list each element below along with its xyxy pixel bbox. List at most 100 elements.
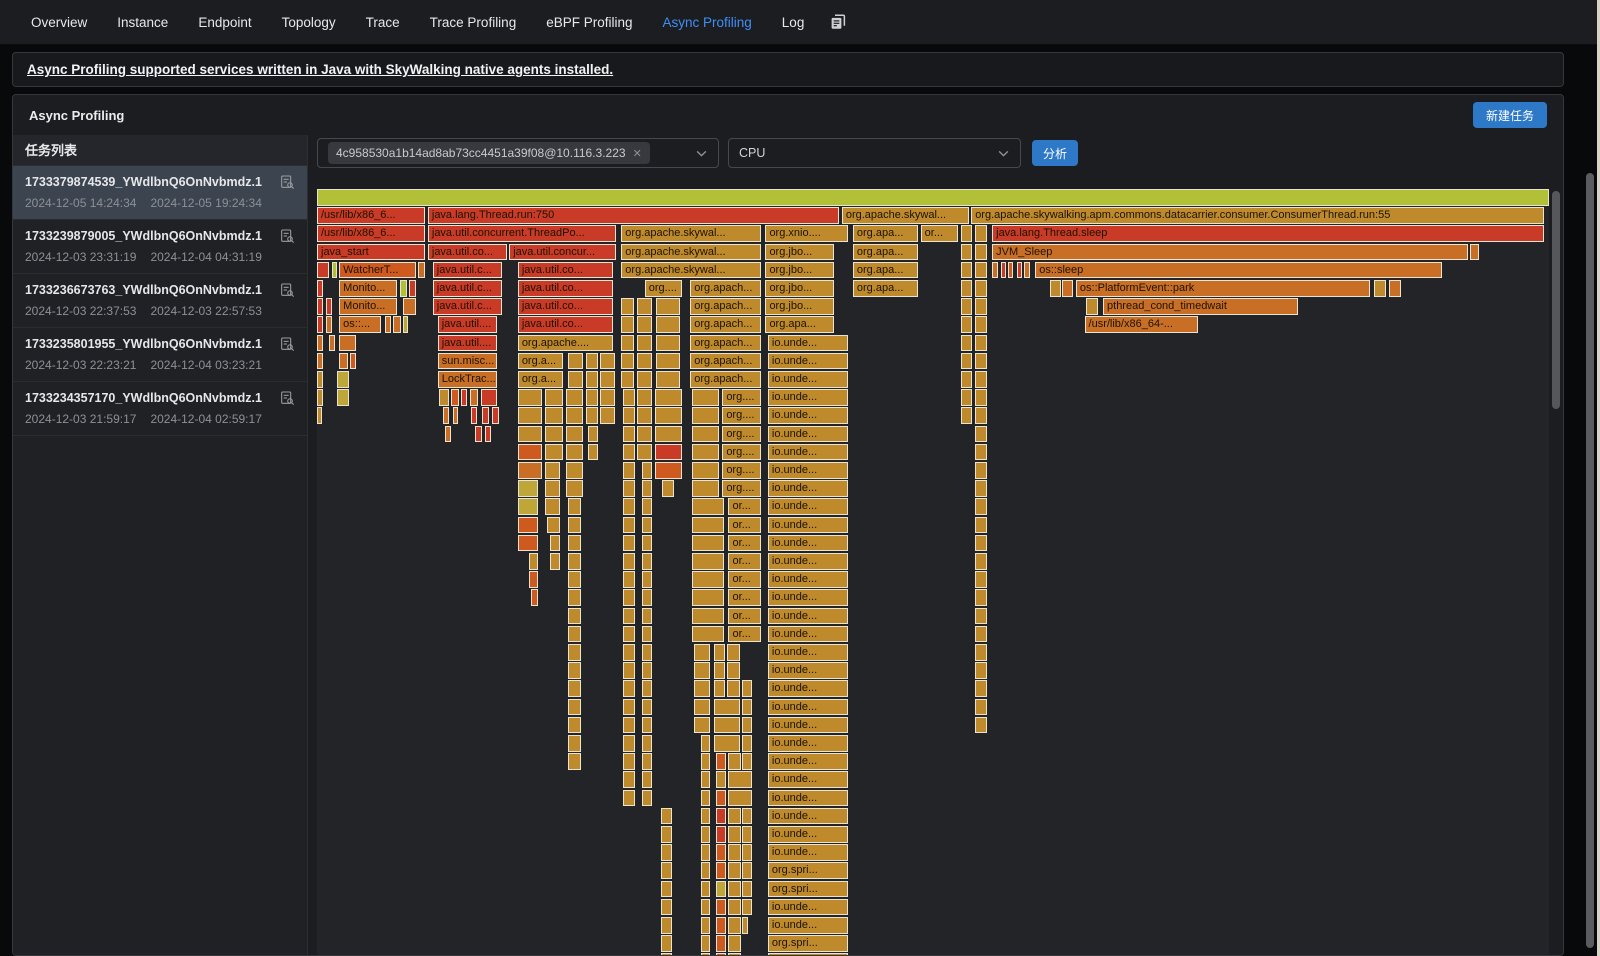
flame-frame[interactable] (623, 608, 635, 625)
flame-frame[interactable] (566, 444, 583, 461)
flame-frame[interactable] (661, 826, 672, 843)
flame-frame[interactable] (655, 462, 682, 479)
flame-frame[interactable] (586, 371, 598, 388)
flame-frame[interactable]: io.unde... (768, 826, 848, 843)
flame-frame[interactable] (568, 553, 580, 570)
flame-frame[interactable]: io.unde... (768, 535, 848, 552)
flame-frame[interactable] (621, 335, 633, 352)
flame-frame[interactable] (961, 298, 972, 315)
flame-frame[interactable] (961, 407, 972, 424)
flame-frame[interactable]: io.unde... (768, 608, 848, 625)
instance-select[interactable]: 4c958530a1b14ad8ab73cc4451a39f08@10.116.… (317, 138, 719, 168)
flame-frame[interactable]: org.jbo... (765, 262, 834, 279)
flame-frame[interactable]: org.... (722, 480, 760, 497)
flame-frame[interactable] (623, 589, 635, 606)
flame-frame[interactable] (961, 225, 972, 242)
flame-frame[interactable] (1001, 262, 1006, 279)
flame-frame[interactable] (975, 717, 987, 734)
flame-frame[interactable] (623, 571, 635, 588)
flame-frame[interactable] (568, 644, 580, 661)
menu-docs-icon[interactable] (829, 13, 847, 31)
flame-frame[interactable] (661, 844, 672, 861)
flame-frame[interactable]: java.util.concurrent.ThreadPo... (428, 225, 616, 242)
flame-frame[interactable] (568, 498, 580, 515)
flame-frame[interactable] (492, 407, 499, 424)
flame-frame[interactable] (518, 407, 543, 424)
flame-frame[interactable] (661, 881, 672, 898)
flame-frame[interactable] (692, 517, 724, 534)
flame-frame[interactable] (623, 771, 635, 788)
flame-frame[interactable] (568, 680, 580, 697)
analyze-button[interactable]: 分析 (1032, 140, 1078, 166)
flame-frame[interactable] (728, 935, 740, 952)
flame-frame[interactable] (716, 917, 726, 934)
flame-frame[interactable]: io.unde... (768, 899, 848, 916)
flame-frame[interactable] (470, 389, 479, 406)
flame-frame[interactable] (317, 316, 323, 333)
flame-frame[interactable] (547, 517, 559, 534)
flame-frame[interactable] (482, 407, 489, 424)
flame-frame[interactable] (694, 717, 710, 734)
flame-frame[interactable] (642, 535, 652, 552)
flame-frame[interactable] (742, 699, 752, 716)
flame-frame[interactable] (642, 680, 652, 697)
flame-frame[interactable] (623, 753, 635, 770)
flame-frame[interactable] (692, 571, 724, 588)
flame-frame[interactable] (637, 298, 652, 315)
flame-frame[interactable] (623, 790, 635, 807)
flame-frame[interactable] (975, 589, 987, 606)
flame-frame[interactable] (518, 517, 538, 534)
flame-frame[interactable] (716, 790, 726, 807)
flame-frame[interactable] (566, 407, 583, 424)
flame-frame[interactable]: org.apache.skywal... (621, 244, 760, 261)
flame-frame[interactable] (317, 353, 323, 370)
flame-frame[interactable]: org.spri... (768, 935, 848, 952)
flame-frame[interactable] (716, 862, 726, 879)
flame-frame[interactable] (714, 735, 740, 752)
flame-frame[interactable]: java_start (317, 244, 425, 261)
flame-frame[interactable] (716, 935, 726, 952)
flame-frame[interactable]: java.util.c... (433, 280, 502, 297)
flame-frame[interactable] (716, 771, 726, 788)
flame-frame[interactable] (623, 626, 635, 643)
flame-frame[interactable] (656, 353, 681, 370)
flame-frame[interactable] (518, 444, 543, 461)
flame-frame[interactable] (518, 535, 538, 552)
flame-frame[interactable] (317, 280, 323, 297)
flame-frame[interactable] (317, 335, 323, 352)
flame-frame[interactable]: java.util.c... (433, 298, 502, 315)
flame-frame[interactable] (975, 571, 987, 588)
flame-frame[interactable] (642, 662, 652, 679)
flame-frame[interactable]: org.apache.skywal... (621, 225, 760, 242)
flame-frame[interactable] (600, 407, 615, 424)
tab-overview[interactable]: Overview (16, 0, 102, 45)
flame-frame[interactable]: org.jbo... (765, 244, 834, 261)
flame-frame[interactable] (728, 753, 740, 770)
flame-frame[interactable] (621, 298, 633, 315)
flame-frame[interactable]: org.apache.skywalking.apm.commons.dataca… (971, 207, 1544, 224)
flame-frame[interactable]: org.apa... (765, 316, 834, 333)
flame-frame[interactable] (642, 608, 652, 625)
flame-frame[interactable] (623, 553, 635, 570)
flame-frame[interactable] (531, 589, 537, 606)
flame-frame[interactable] (623, 680, 635, 697)
flame-frame[interactable] (642, 735, 652, 752)
task-list-item[interactable]: 1733235801955_YWdlbnQ6OnNvbmdz.12024-12-… (13, 328, 307, 382)
flame-frame[interactable] (623, 480, 635, 497)
flame-frame[interactable] (403, 298, 415, 315)
flame-frame[interactable] (518, 389, 543, 406)
flame-frame[interactable] (623, 535, 635, 552)
flame-frame[interactable] (350, 353, 356, 370)
flame-frame[interactable] (961, 280, 972, 297)
flame-frame[interactable] (400, 280, 407, 297)
task-list-item[interactable]: 1733239879005_YWdlbnQ6OnNvbmdz.12024-12-… (13, 220, 307, 274)
flame-frame[interactable] (975, 353, 987, 370)
flame-frame[interactable] (701, 844, 710, 861)
flame-frame[interactable] (961, 353, 972, 370)
flame-frame[interactable] (728, 862, 740, 879)
flame-frame[interactable] (588, 444, 598, 461)
flame-frame[interactable]: java.util.co... (518, 280, 613, 297)
flame-frame[interactable] (586, 353, 598, 370)
flame-frame[interactable]: Monito... (339, 280, 397, 297)
flame-frame[interactable] (975, 626, 987, 643)
